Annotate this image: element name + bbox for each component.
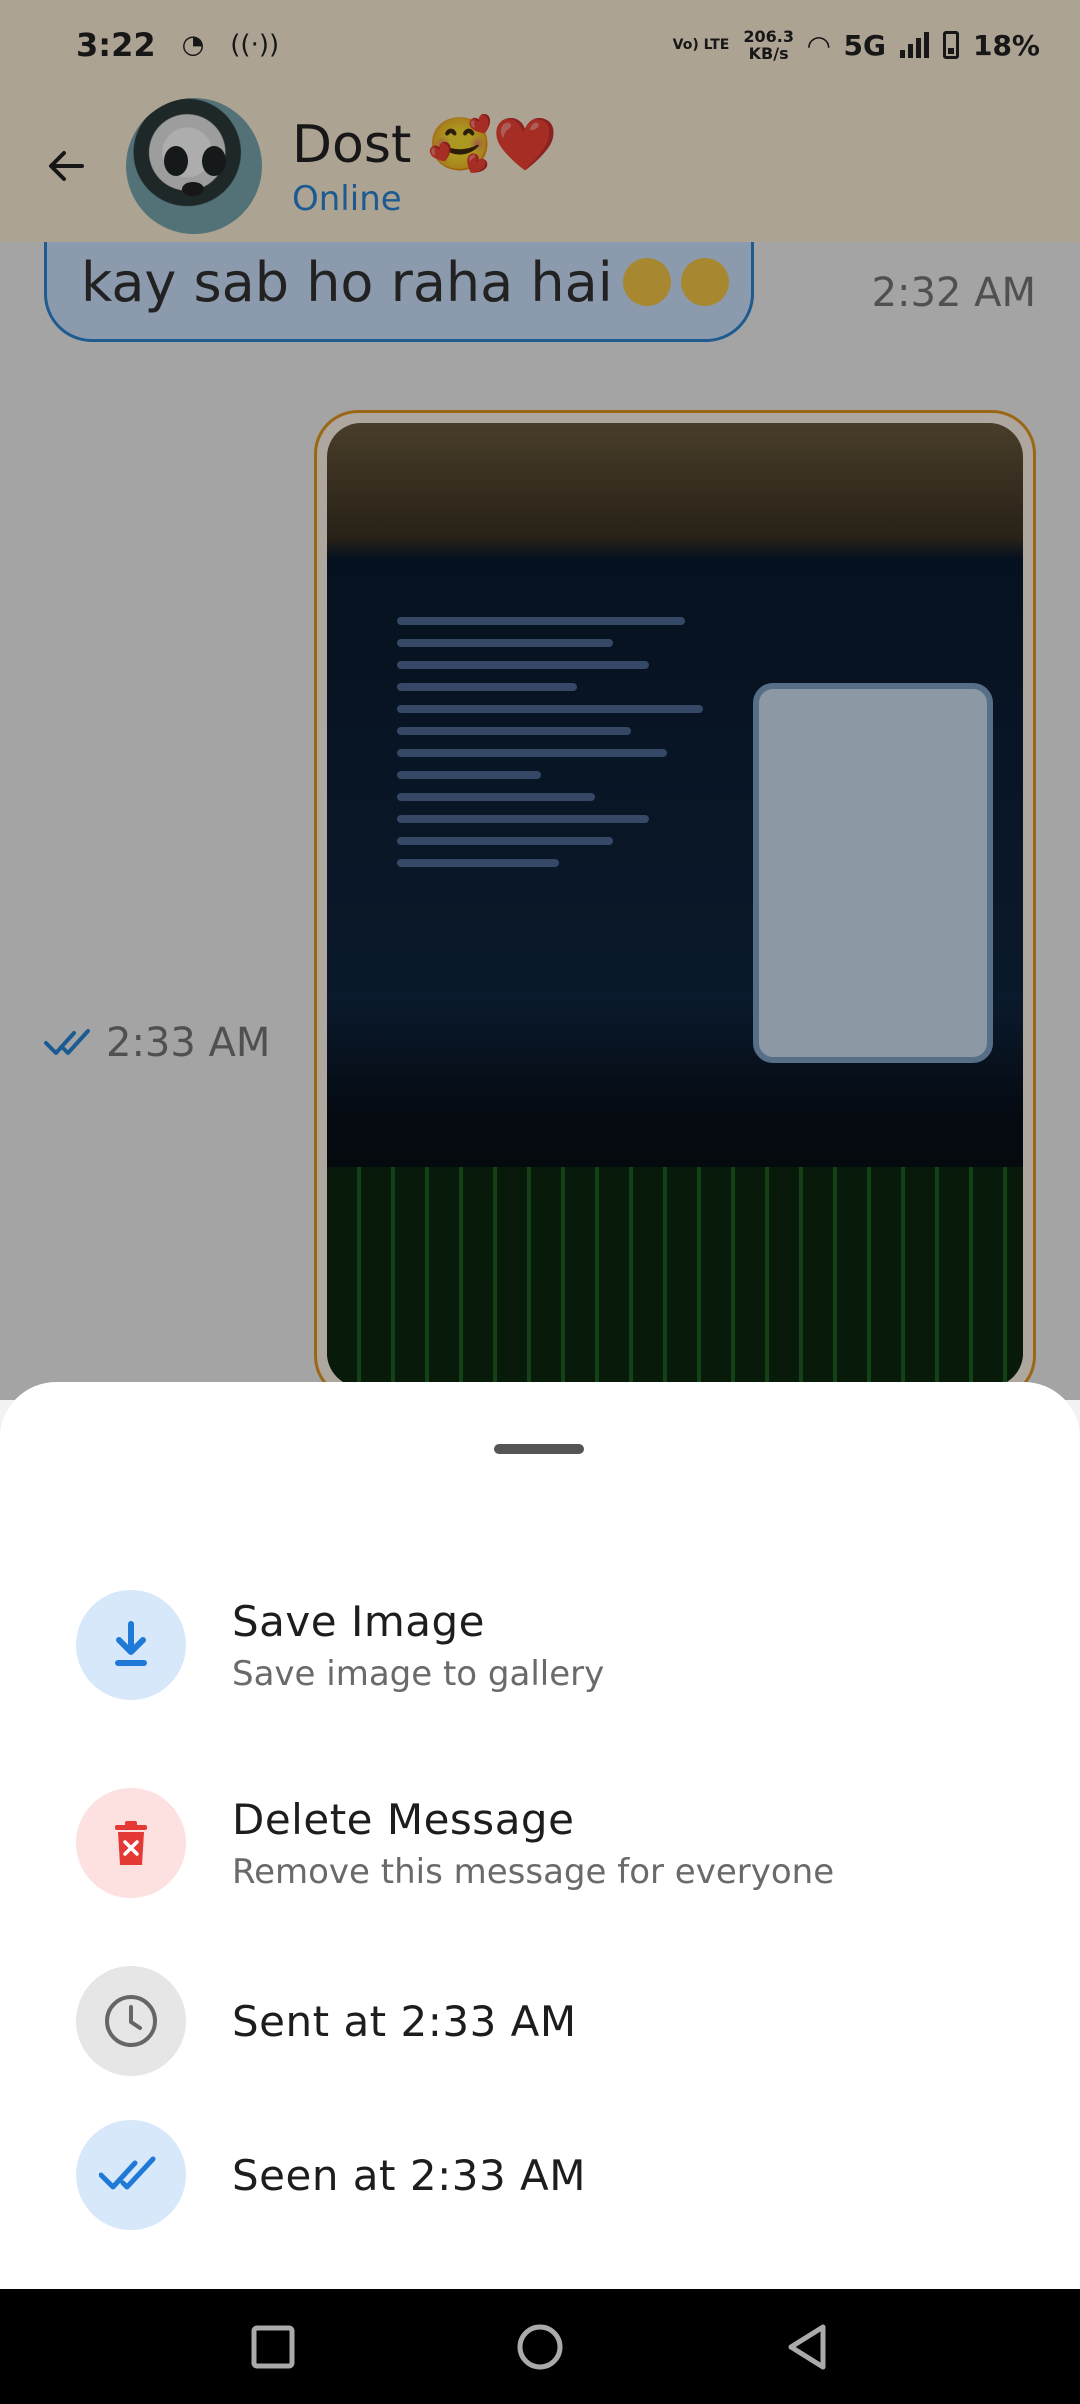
option-title: Seen at 2:33 AM [232,2150,586,2200]
triangle-back-icon [788,2324,826,2369]
sent-time-info: Sent at 2:33 AM [76,1966,577,2076]
option-subtitle: Save image to gallery [232,1653,605,1694]
recents-button[interactable] [243,2317,303,2377]
download-icon [76,1590,186,1700]
seen-time-info: Seen at 2:33 AM [76,2120,586,2230]
delete-icon [76,1788,186,1898]
save-image-option[interactable]: Save Image Save image to gallery [76,1590,604,1700]
double-check-icon [76,2120,186,2230]
drag-handle[interactable] [494,1444,584,1454]
option-title: Delete Message [232,1794,575,1844]
modal-scrim[interactable] [0,0,1080,1400]
home-button[interactable] [510,2317,570,2377]
option-title: Sent at 2:33 AM [232,1996,577,2046]
circle-icon [517,2324,563,2369]
back-nav-button[interactable] [777,2317,837,2377]
square-icon [251,2325,295,2368]
delete-message-option[interactable]: Delete Message Remove this message for e… [76,1788,834,1898]
system-nav-bar [0,2289,1080,2404]
option-subtitle: Remove this message for everyone [232,1851,835,1892]
clock-icon [76,1966,186,2076]
option-title: Save Image [232,1596,485,1646]
message-options-sheet: Save Image Save image to gallery Delete … [0,1382,1080,2289]
